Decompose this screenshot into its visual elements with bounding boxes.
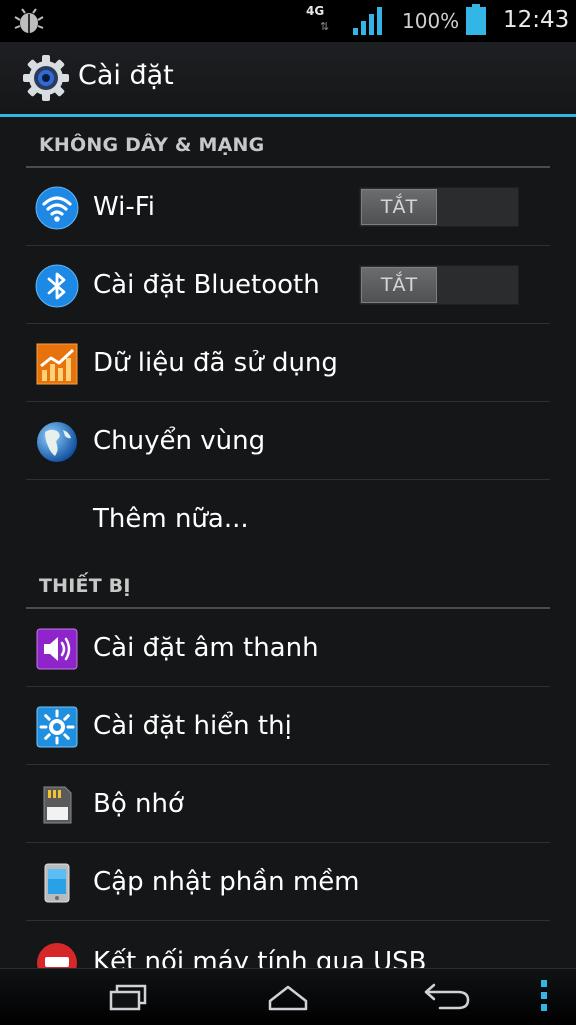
settings-item-label: Cài đặt Bluetooth [93,270,320,300]
status-bar: 4G ⇅ 100% 12:43 [0,0,576,42]
settings-list[interactable]: KHÔNG DÂY & MẠNG Wi-Fi TẮT Cài đặt Bluet… [0,117,576,969]
storage-icon [35,783,79,827]
settings-item-label: Cài đặt hiển thị [93,711,292,741]
settings-item-label: Kết nối máy tính qua USB [93,947,427,969]
network-activity-icon: ⇅ [320,20,330,33]
navigation-bar [0,968,576,1025]
settings-item-label: Cập nhật phần mềm [93,867,360,897]
section-header-wireless: KHÔNG DÂY & MẠNG [0,117,576,168]
display-icon [35,705,79,749]
settings-item-display[interactable]: Cài đặt hiển thị [0,687,576,765]
globe-icon [35,420,79,464]
wifi-icon [35,186,79,230]
back-icon[interactable] [422,981,472,1017]
settings-item-label: Thêm nữa... [93,504,249,534]
home-icon[interactable] [266,981,310,1017]
page-title: Cài đặt [78,60,174,91]
clock: 12:43 [503,7,570,33]
usb-icon [35,941,79,969]
settings-item-label: Cài đặt âm thanh [93,633,319,663]
sound-icon [35,627,79,671]
settings-item-label: Wi-Fi [93,192,156,222]
bluetooth-icon [35,264,79,308]
settings-item-data-usage[interactable]: Dữ liệu đã sử dụng [0,324,576,402]
bluetooth-toggle-thumb[interactable]: TẮT [361,267,437,303]
settings-item-usb[interactable]: Kết nối máy tính qua USB [0,921,576,969]
bug-icon [14,8,44,38]
recent-apps-icon[interactable] [108,981,148,1017]
network-type-label: 4G [306,4,325,18]
wifi-toggle-thumb[interactable]: TẮT [361,189,437,225]
settings-item-label: Chuyển vùng [93,426,266,456]
battery-icon [465,4,487,40]
section-header-device: THIẾT BỊ [0,558,576,609]
settings-item-roaming[interactable]: Chuyển vùng [0,402,576,480]
settings-item-label: Bộ nhớ [93,789,184,819]
action-bar: Cài đặt [0,42,576,117]
signal-icon [352,6,384,40]
data-usage-icon [35,342,79,386]
settings-item-software-update[interactable]: Cập nhật phần mềm [0,843,576,921]
settings-item-label: Dữ liệu đã sử dụng [93,348,338,378]
settings-item-storage[interactable]: Bộ nhớ [0,765,576,843]
settings-gear-icon[interactable] [22,54,70,106]
wifi-toggle[interactable]: TẮT [359,187,519,227]
bluetooth-toggle[interactable]: TẮT [359,265,519,305]
settings-item-wifi[interactable]: Wi-Fi TẮT [0,168,576,246]
phone-update-icon [35,861,79,905]
settings-item-bluetooth[interactable]: Cài đặt Bluetooth TẮT [0,246,576,324]
menu-icon[interactable] [538,979,550,1017]
battery-percent: 100% [402,9,460,33]
settings-item-more[interactable]: Thêm nữa... [0,480,576,558]
settings-item-sound[interactable]: Cài đặt âm thanh [0,609,576,687]
